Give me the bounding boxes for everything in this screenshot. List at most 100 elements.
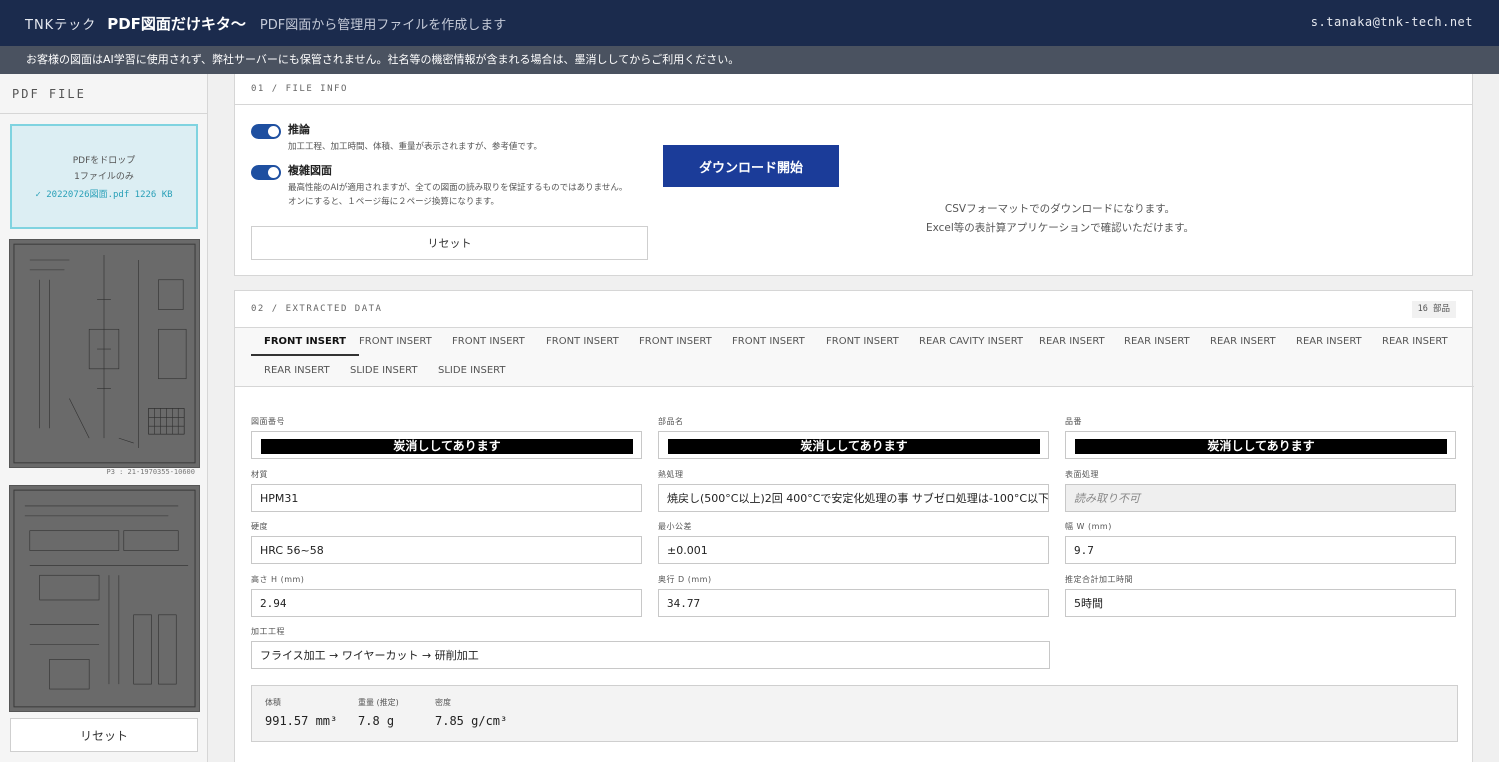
height-input[interactable]: 2.94 bbox=[251, 589, 642, 617]
extracted-data-panel: 02 / EXTRACTED DATA 16 部品 FRONT INSERT FR… bbox=[234, 290, 1474, 762]
part-tab[interactable]: FRONT INSERT bbox=[439, 328, 538, 356]
part-tab[interactable]: SLIDE INSERT bbox=[337, 357, 431, 385]
part-tab[interactable]: REAR CAVITY INSERT bbox=[906, 328, 1036, 356]
min-tolerance-field: 最小公差 ±0.001 bbox=[658, 521, 1049, 564]
depth-input[interactable]: 34.77 bbox=[658, 589, 1049, 617]
inference-toggle[interactable] bbox=[251, 124, 281, 139]
field-label: 部品名 bbox=[658, 417, 684, 426]
part-tab[interactable]: REAR INSERT bbox=[251, 357, 343, 385]
complex-drawing-toggle-row: 複雑図面 最高性能のAIが適用されますが、全ての図面の読み取りを保証するものでは… bbox=[251, 163, 627, 209]
uploaded-file-info: ✓ 20220726図面.pdf 1226 KB bbox=[35, 190, 173, 200]
sidebar-reset-button[interactable]: リセット bbox=[10, 718, 198, 752]
part-tabs: FRONT INSERT FRONT INSERT FRONT INSERT FRON… bbox=[251, 328, 1457, 386]
weight-value: 7.8 g bbox=[358, 714, 395, 728]
item-number-field: 品番 炭消ししてあります bbox=[1065, 416, 1456, 459]
surface-treatment-field: 表面処理 読み取り不可 bbox=[1065, 469, 1456, 512]
app-tagline: PDF図面から管理用ファイルを作成します bbox=[259, 17, 507, 33]
field-label: 高さ H (mm) bbox=[251, 575, 305, 584]
surface-treatment-input[interactable]: 読み取り不可 bbox=[1065, 484, 1456, 512]
field-label: 奥行 D (mm) bbox=[658, 575, 712, 584]
hardness-field: 硬度 HRC 56~58 bbox=[251, 521, 642, 564]
sidebar: PDF FILE PDFをドロップ 1ファイルのみ ✓ 20220726図面.p… bbox=[0, 74, 208, 762]
extracted-data-heading: 02 / EXTRACTED DATA bbox=[235, 291, 1472, 328]
complex-drawing-description: 最高性能のAIが適用されますが、全ての図面の読み取りを保証するものではありません… bbox=[288, 181, 627, 209]
volume-label: 体積 bbox=[265, 698, 281, 707]
user-email[interactable]: s.tanaka@tnk-tech.net bbox=[1311, 15, 1473, 29]
part-tab[interactable]: REAR INSERT bbox=[1369, 328, 1461, 356]
page-thumbnail[interactable] bbox=[9, 239, 200, 468]
item-number-input[interactable]: 炭消ししてあります bbox=[1065, 431, 1456, 459]
drawing-preview bbox=[10, 240, 199, 467]
complex-drawing-desc-line: オンにすると、１ページ毎に２ページ換算になります。 bbox=[288, 197, 500, 207]
privacy-notice: お客様の図面はAI学習に使用されず、弊社サーバーにも保管されません。社名等の機密… bbox=[0, 46, 1499, 74]
part-tab[interactable]: REAR INSERT bbox=[1283, 328, 1375, 356]
top-bar: TNKテック PDF図面だけキタ〜 PDF図面から管理用ファイルを作成します s… bbox=[0, 0, 1499, 46]
pdf-dropzone[interactable]: PDFをドロップ 1ファイルのみ ✓ 20220726図面.pdf 1226 K… bbox=[10, 124, 198, 229]
part-name-input[interactable]: 炭消ししてあります bbox=[658, 431, 1049, 459]
drawing-number-input[interactable]: 炭消ししてあります bbox=[251, 431, 642, 459]
inference-label: 推論 bbox=[288, 123, 310, 136]
field-label: 幅 W (mm) bbox=[1065, 522, 1112, 531]
part-tab[interactable]: SLIDE INSERT bbox=[425, 357, 519, 385]
field-label: 熱処理 bbox=[658, 470, 684, 479]
depth-field: 奥行 D (mm) 34.77 bbox=[658, 574, 1049, 617]
part-tab[interactable]: FRONT INSERT bbox=[719, 328, 818, 356]
field-label: 材質 bbox=[251, 470, 268, 479]
height-field: 高さ H (mm) 2.94 bbox=[251, 574, 642, 617]
part-tab[interactable]: REAR INSERT bbox=[1111, 328, 1203, 356]
total-time-field: 推定合計加工時間 5時間 bbox=[1065, 574, 1456, 617]
part-tab[interactable]: FRONT INSERT bbox=[251, 328, 359, 356]
min-tolerance-input[interactable]: ±0.001 bbox=[658, 536, 1049, 564]
redaction-bar: 炭消ししてあります bbox=[1075, 439, 1447, 454]
hardness-input[interactable]: HRC 56~58 bbox=[251, 536, 642, 564]
options-reset-button[interactable]: リセット bbox=[251, 226, 648, 260]
field-label: 品番 bbox=[1065, 417, 1082, 426]
part-tab[interactable]: FRONT INSERT bbox=[813, 328, 912, 356]
dropzone-hint: PDFをドロップ bbox=[72, 156, 136, 166]
dropzone-limit: 1ファイルのみ bbox=[74, 172, 134, 182]
complex-drawing-toggle[interactable] bbox=[251, 165, 281, 180]
material-input[interactable]: HPM31 bbox=[251, 484, 642, 512]
density-summary: 密度 7.85 g/cm³ bbox=[435, 697, 507, 728]
download-button[interactable]: ダウンロード開始 bbox=[663, 145, 839, 187]
file-info-panel: 01 / FILE INFO 推論 加工工程、加工時間、体積、重量が表示されます… bbox=[234, 74, 1473, 276]
field-label: 最小公差 bbox=[658, 522, 692, 531]
redaction-bar: 炭消ししてあります bbox=[261, 439, 633, 454]
redaction-bar: 炭消ししてあります bbox=[668, 439, 1040, 454]
density-label: 密度 bbox=[435, 698, 451, 707]
total-time-input[interactable]: 5時間 bbox=[1065, 589, 1456, 617]
tabs-divider bbox=[235, 386, 1474, 387]
page-caption: P3 : 21-1970355-10600 bbox=[106, 468, 195, 476]
weight-label: 重量 (推定) bbox=[358, 698, 399, 707]
volume-value: 991.57 mm³ bbox=[265, 714, 338, 728]
width-field: 幅 W (mm) 9.7 bbox=[1065, 521, 1456, 564]
part-tab[interactable]: FRONT INSERT bbox=[626, 328, 725, 356]
drawing-number-field: 図面番号 炭消ししてあります bbox=[251, 416, 642, 459]
field-label: 加工工程 bbox=[251, 627, 285, 636]
field-label: 推定合計加工時間 bbox=[1065, 575, 1133, 584]
process-field: 加工工程 フライス加工 → ワイヤーカット → 研削加工 bbox=[251, 626, 1050, 669]
app-name: PDF図面だけキタ〜 bbox=[107, 14, 246, 33]
width-input[interactable]: 9.7 bbox=[1065, 536, 1456, 564]
inference-toggle-row: 推論 加工工程、加工時間、体積、重量が表示されますが、参考値です。 bbox=[251, 122, 542, 154]
sidebar-title: PDF FILE bbox=[0, 74, 207, 114]
field-label: 表面処理 bbox=[1065, 470, 1099, 479]
page-thumbnail[interactable] bbox=[9, 485, 200, 712]
part-tab[interactable]: FRONT INSERT bbox=[533, 328, 632, 356]
drawing-preview bbox=[10, 486, 199, 711]
complex-drawing-label: 複雑図面 bbox=[288, 164, 332, 177]
heat-treatment-field: 熱処理 焼戻し(500°C以上)2回 400°Cで安定化処理の事 サブゼロ処理は… bbox=[658, 469, 1049, 512]
part-tab[interactable]: REAR INSERT bbox=[1197, 328, 1289, 356]
volume-summary: 体積 991.57 mm³ bbox=[265, 697, 337, 728]
weight-summary: 重量 (推定) 7.8 g bbox=[358, 697, 399, 728]
inference-description: 加工工程、加工時間、体積、重量が表示されますが、参考値です。 bbox=[288, 142, 542, 152]
part-tab[interactable]: FRONT INSERT bbox=[346, 328, 445, 356]
process-input[interactable]: フライス加工 → ワイヤーカット → 研削加工 bbox=[251, 641, 1050, 669]
csv-note: CSVフォーマットでのダウンロードになります。 Excel等の表計算アプリケーシ… bbox=[875, 200, 1245, 238]
material-field: 材質 HPM31 bbox=[251, 469, 642, 512]
file-info-heading: 01 / FILE INFO bbox=[235, 74, 1472, 105]
part-tab[interactable]: REAR INSERT bbox=[1026, 328, 1118, 356]
heat-treatment-input[interactable]: 焼戻し(500°C以上)2回 400°Cで安定化処理の事 サブゼロ処理は-100… bbox=[658, 484, 1049, 512]
brand-name: TNKテック bbox=[25, 17, 97, 33]
csv-note-line: Excel等の表計算アプリケーションで確認いただけます。 bbox=[925, 222, 1195, 234]
